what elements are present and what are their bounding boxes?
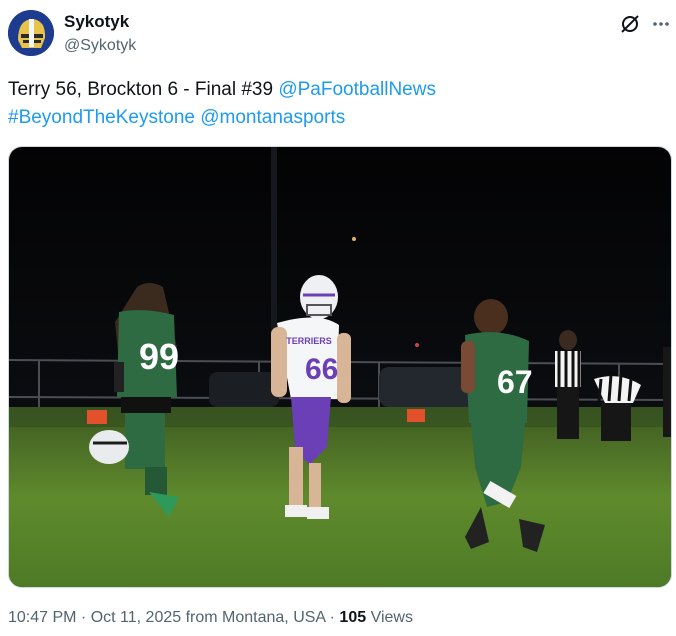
avatar[interactable] [8,10,54,56]
author-handle[interactable]: @Sykotyk [64,37,136,55]
hashtag-beyondthekeystone-link[interactable]: #BeyondTheKeystone [8,107,195,128]
football-field-photo: 99 TERRIERS 66 67 [9,147,671,587]
tweet-text-main: Terry 56, Brockton 6 - Final #39 [8,79,279,100]
tweet-meta: 10:47 PM · Oct 11, 2025 from Montana, US… [8,609,413,627]
jersey-team-name: TERRIERS [286,336,332,346]
views-count[interactable]: 105 [339,609,366,626]
jersey-number-99: 99 [139,336,179,377]
tweet-location: from Montana, USA [181,609,326,626]
tweet-photo[interactable]: 99 TERRIERS 66 67 [8,146,672,588]
avatar-helmet-icon [8,10,54,56]
light-pole [271,147,277,357]
jersey-number-67: 67 [497,364,533,400]
author-display-name[interactable]: Sykotyk [64,12,129,32]
more-icon[interactable] [651,13,671,35]
mention-montanasports-link[interactable]: @montanasports [200,107,345,128]
tweet-date[interactable]: Oct 11, 2025 [91,609,181,626]
grok-icon[interactable] [619,13,641,35]
meta-separator-2: · [325,609,340,626]
mention-pafootballnews-link[interactable]: @PaFootballNews [278,79,436,100]
tweet-time[interactable]: 10:47 PM [8,609,76,626]
views-label: Views [366,609,413,626]
meta-separator: · [76,609,91,626]
jersey-number-66: 66 [305,353,338,386]
tweet-text: Terry 56, Brockton 6 - Final #39 @PaFoot… [8,76,663,132]
